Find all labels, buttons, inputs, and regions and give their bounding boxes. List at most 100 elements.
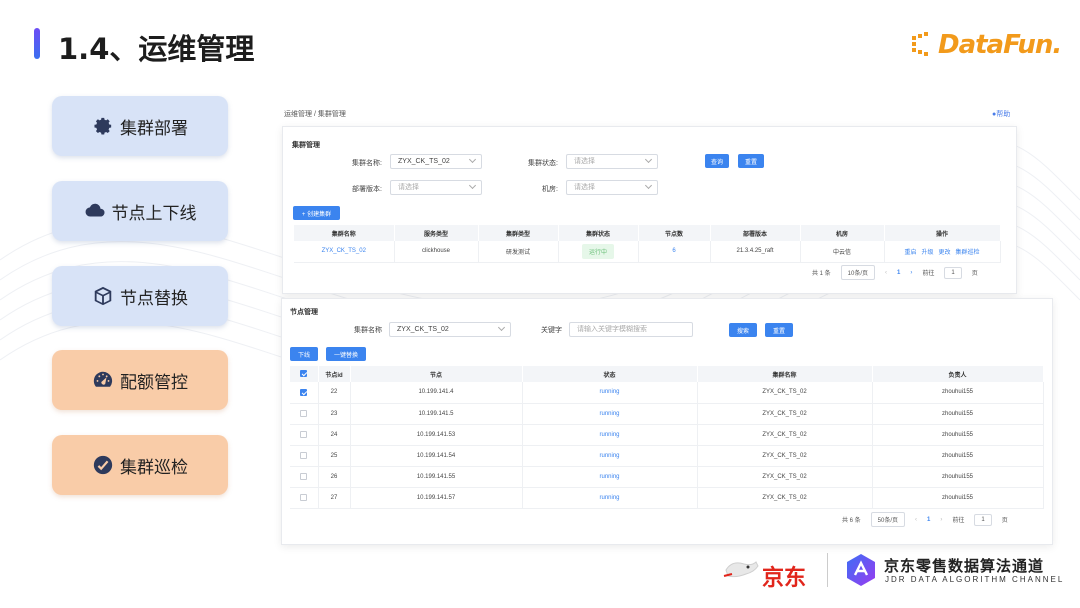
nav-quota-control[interactable]: 配额管控 <box>52 350 228 410</box>
chevron-down-icon <box>644 155 653 164</box>
next-page-icon[interactable]: › <box>940 517 942 523</box>
datafun-logo-icon <box>912 32 928 56</box>
node-cluster-name-select[interactable]: ZYX_CK_TS_02 <box>389 322 511 337</box>
reset-button[interactable]: 重置 <box>738 154 764 168</box>
node-status: running <box>599 452 620 459</box>
node-status: running <box>599 410 620 417</box>
prev-page-icon[interactable]: ‹ <box>915 517 917 523</box>
help-label: 帮助 <box>996 111 1011 118</box>
column-header: 集群状态 <box>558 225 639 241</box>
upgrade-link[interactable]: 升级 <box>921 250 933 256</box>
table-row: 27 10.199.141.57 running ZYX_CK_TS_02 zh… <box>290 487 1044 509</box>
table-row: 24 10.199.141.53 running ZYX_CK_TS_02 zh… <box>290 424 1044 446</box>
node-owner: zhouhui155 <box>872 487 1044 509</box>
node-id: 24 <box>318 424 351 446</box>
prev-page-icon[interactable]: ‹ <box>885 270 887 276</box>
keyword-label: 关键字 <box>541 327 562 334</box>
cluster-name-link[interactable]: ZYX_CK_TS_02 <box>322 248 366 254</box>
inspect-link[interactable]: 集群巡检 <box>956 250 980 256</box>
column-header: 集群名称 <box>697 366 873 382</box>
node-pagination: 共 6 条 50条/页 ‹ 1 › 前往 1 页 <box>842 512 1008 527</box>
column-header: 服务类型 <box>394 225 479 241</box>
offline-button[interactable]: 下线 <box>290 347 318 361</box>
column-header: 部署版本 <box>710 225 801 241</box>
keyword-input[interactable]: 请输入关键字模糊搜索 <box>569 322 693 337</box>
node-table: 节点id 节点 状态 集群名称 负责人 22 10.199.141.4 runn… <box>290 366 1044 509</box>
service-type: clickhouse <box>394 241 479 263</box>
next-page-icon[interactable]: › <box>910 270 912 276</box>
node-cluster: ZYX_CK_TS_02 <box>697 382 873 404</box>
node-count-link[interactable]: 6 <box>672 248 675 254</box>
node-status: running <box>599 494 620 501</box>
datafun-logo: DataFun. <box>938 30 1062 60</box>
room-select[interactable]: 请选择 <box>566 180 658 195</box>
create-cluster-button[interactable]: + 创建集群 <box>293 206 340 220</box>
row-checkbox[interactable] <box>300 472 308 480</box>
current-page[interactable]: 1 <box>927 517 930 523</box>
channel-subtitle: JDR DATA ALGORITHM CHANNEL <box>885 575 1065 584</box>
row-checkbox[interactable] <box>300 409 308 417</box>
deploy-version-placeholder: 请选择 <box>398 184 419 191</box>
node-owner: zhouhui155 <box>872 466 1044 488</box>
node-cluster: ZYX_CK_TS_02 <box>697 424 873 446</box>
node-ip: 10.199.141.53 <box>350 424 523 446</box>
nav-label: 集群部署 <box>120 118 188 139</box>
total-count: 共 6 条 <box>842 518 861 524</box>
table-header: 集群名称 服务类型 集群类型 集群状态 节点数 部署版本 机房 操作 <box>294 225 1001 241</box>
column-header: 状态 <box>522 366 698 382</box>
help-link[interactable]: ●帮助 <box>992 109 1010 119</box>
node-id: 25 <box>318 445 351 467</box>
replace-button[interactable]: 一键替换 <box>326 347 366 361</box>
cloud-icon <box>85 203 105 217</box>
node-owner: zhouhui155 <box>872 424 1044 446</box>
room-label: 机房: <box>542 186 558 193</box>
nav-cluster-deploy[interactable]: 集群部署 <box>52 96 228 156</box>
page-size-select[interactable]: 10条/页 <box>840 265 876 280</box>
nav-node-online-offline[interactable]: 节点上下线 <box>52 181 228 241</box>
jd-logo: 京东 <box>762 566 807 591</box>
row-checkbox[interactable] <box>300 451 308 459</box>
cluster-status-label: 集群状态: <box>528 160 558 167</box>
gauge-icon <box>93 371 113 387</box>
table-row: 25 10.199.141.54 running ZYX_CK_TS_02 zh… <box>290 445 1044 467</box>
node-ip: 10.199.141.54 <box>350 445 523 467</box>
node-status: running <box>599 473 620 480</box>
goto-label: 前往 <box>952 518 965 524</box>
node-cluster: ZYX_CK_TS_02 <box>697 403 873 425</box>
table-row: 26 10.199.141.55 running ZYX_CK_TS_02 zh… <box>290 466 1044 488</box>
page-size-select[interactable]: 50条/页 <box>870 512 906 527</box>
cluster-status-select[interactable]: 请选择 <box>566 154 658 169</box>
modify-link[interactable]: 更改 <box>939 250 951 256</box>
select-all-checkbox[interactable] <box>300 370 308 378</box>
deploy-version-select[interactable]: 请选择 <box>390 180 482 195</box>
node-cluster: ZYX_CK_TS_02 <box>697 445 873 467</box>
nav-cluster-inspection[interactable]: 集群巡检 <box>52 435 228 495</box>
row-checkbox[interactable] <box>300 430 308 438</box>
goto-page-input[interactable]: 1 <box>944 266 962 279</box>
nav-node-replace[interactable]: 节点替换 <box>52 266 228 326</box>
node-cluster: ZYX_CK_TS_02 <box>697 487 873 509</box>
node-reset-button[interactable]: 重置 <box>765 323 793 337</box>
node-id: 23 <box>318 403 351 425</box>
total-count: 共 1 条 <box>812 271 831 277</box>
query-button[interactable]: 查询 <box>705 154 729 168</box>
column-header: 机房 <box>800 225 885 241</box>
deploy-version: 21.3.4.25_raft <box>710 241 801 263</box>
nav-label: 集群巡检 <box>120 457 188 478</box>
column-header: 节点数 <box>638 225 711 241</box>
node-id: 22 <box>318 382 351 404</box>
breadcrumb: 运维管理 / 集群管理 <box>284 111 346 118</box>
row-checkbox[interactable] <box>300 388 308 396</box>
node-id: 27 <box>318 487 351 509</box>
row-checkbox[interactable] <box>300 493 308 501</box>
cluster-name-select[interactable]: ZYX_CK_TS_02 <box>390 154 482 169</box>
goto-page-input[interactable]: 1 <box>974 513 992 526</box>
title-accent-bar <box>34 28 40 59</box>
node-cluster: ZYX_CK_TS_02 <box>697 466 873 488</box>
column-header: 节点id <box>318 366 351 382</box>
channel-title: 京东零售数据算法通道 <box>884 557 1045 575</box>
search-button[interactable]: 搜索 <box>729 323 757 337</box>
restart-link[interactable]: 重启 <box>904 250 916 256</box>
current-page[interactable]: 1 <box>897 270 900 276</box>
node-owner: zhouhui155 <box>872 382 1044 404</box>
